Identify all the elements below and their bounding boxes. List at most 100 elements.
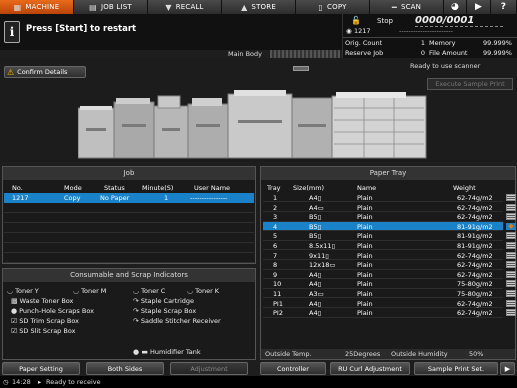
paper-setting-button[interactable]: Paper Setting (2, 362, 80, 375)
tray-size: A4▭ (309, 203, 324, 212)
trim-icon: ☑ (11, 317, 18, 325)
help-icon: ? (500, 2, 507, 12)
tray-row[interactable]: 2 A4▭ Plain 62-74g/m2 (263, 203, 516, 212)
tray-size: A3▭ (309, 290, 324, 298)
reserve-job-label: Reserve Job (345, 49, 384, 57)
tray-row[interactable]: 6 8.5x11▯ Plain 81-91g/m2 (263, 241, 516, 251)
job-empty-rows (4, 203, 254, 263)
adjustment-button[interactable]: Adjustment (170, 362, 248, 375)
machine-illustration[interactable] (78, 88, 428, 160)
tray-weight: 81-91g/m2 (457, 222, 493, 231)
job-row[interactable]: 1217 Copy No Paper 1 ---------------- (4, 193, 254, 203)
tray-row[interactable]: 7 9x11▯ Plain 62-74g/m2 (263, 251, 516, 260)
tray-id: 6 (273, 242, 278, 250)
execute-sample-print-button[interactable]: Execute Sample Print (427, 78, 513, 90)
tray-level-icon (506, 251, 516, 259)
toner-y-icon: ◡ (7, 287, 14, 295)
tray-col-size: Size(mm) (293, 184, 325, 192)
job-col-status: Status (104, 184, 125, 192)
staple-cartridge-indicator[interactable]: ↷ Staple Cartridge (133, 297, 194, 305)
tab-store[interactable]: ▲ STORE (222, 0, 296, 14)
mini-indicator (293, 66, 309, 71)
saddle-stitcher-indicator[interactable]: ↷ Saddle Stitcher Receiver (133, 317, 221, 325)
tray-warning-icon: ◆ (506, 222, 516, 230)
main-body-label: Main Body (228, 50, 262, 58)
consumables-title: Consumable and Scrap Indicators (3, 269, 255, 282)
tray-id: 9 (273, 270, 278, 279)
memory-label: Memory (429, 39, 456, 47)
sd-slit-indicator[interactable]: ☑ SD Slit Scrap Box (11, 327, 75, 335)
user-dashes: ----------------------- (399, 27, 453, 35)
tray-paper-name: Plain (357, 232, 373, 241)
humidifier-indicator[interactable]: ● ▬ Humidifier Tank (133, 348, 201, 356)
outside-humidity-label: Outside Humidity (391, 350, 448, 358)
tray-weight: 62-74g/m2 (457, 203, 493, 212)
job-counter: 0000/0001 (415, 15, 475, 26)
sd-trim-label: SD Trim Scrap Box (19, 317, 79, 325)
job-table-header: No. Mode Status Minute(S) User Name (4, 183, 254, 193)
confirm-details-label: Confirm Details (17, 68, 68, 76)
tray-level-icon (506, 213, 516, 221)
network-icon: ▸ (38, 378, 42, 386)
waste-toner-indicator[interactable]: ▩ Waste Toner Box (11, 297, 73, 305)
tray-id: 1 (273, 194, 278, 202)
tray-row[interactable]: 3 B5▯ Plain 62-74g/m2 (263, 212, 516, 222)
job-panel-title: Job (3, 167, 255, 180)
tray-size: 9x11▯ (309, 251, 329, 260)
environment-bar: Outside Temp. 25Degrees Outside Humidity… (261, 349, 515, 359)
sample-print-set-button[interactable]: Sample Print Set. (414, 362, 498, 375)
tab-recall[interactable]: ▼ RECALL (148, 0, 222, 14)
next-page-button[interactable]: ▶ (500, 362, 515, 375)
tray-row[interactable]: PI1 A4▯ Plain 62-74g/m2 (263, 299, 516, 308)
tray-row[interactable]: 11 A3▭ Plain 75-80g/m2 (263, 289, 516, 299)
ru-curl-adjustment-button[interactable]: RU Curl Adjustment (330, 362, 410, 375)
punch-hole-indicator[interactable]: ● Punch-Hole Scraps Box (11, 307, 94, 315)
toner-c-indicator[interactable]: ◡ Toner C (133, 287, 165, 295)
tray-paper-name: Plain (357, 280, 373, 289)
tray-paper-name: Plain (357, 270, 373, 279)
tray-weight: 75-80g/m2 (457, 280, 493, 289)
toner-k-indicator[interactable]: ◡ Toner K (187, 287, 219, 295)
tray-row[interactable]: 5 B5▯ Plain 81-91g/m2 (263, 231, 516, 241)
controller-button[interactable]: Controller (260, 362, 326, 375)
confirm-details-button[interactable]: ⚠ Confirm Details (4, 66, 86, 78)
staple-scrap-indicator[interactable]: ↷ Staple Scrap Box (133, 307, 196, 315)
tray-weight: 62-74g/m2 (457, 299, 493, 308)
tab-store-label: STORE (251, 3, 276, 11)
tab-copy[interactable]: ▯ COPY (296, 0, 370, 14)
tray-id: 7 (273, 251, 278, 260)
user-icon: ◉ (346, 27, 352, 35)
consumables-panel: Consumable and Scrap Indicators ◡ Toner … (2, 268, 256, 360)
tray-size: A4▯ (309, 194, 322, 202)
tray-size: B5▯ (309, 232, 322, 241)
toner-m-indicator[interactable]: ◡ Toner M (73, 287, 106, 295)
tray-row[interactable]: 9 A4▯ Plain 62-74g/m2 (263, 270, 516, 280)
toner-y-indicator[interactable]: ◡ Toner Y (7, 287, 39, 295)
slit-icon: ☑ (11, 327, 18, 335)
tab-job-list[interactable]: ▤ JOB LIST (74, 0, 148, 14)
tray-row[interactable]: 8 12x18▭ Plain 62-74g/m2 (263, 260, 516, 270)
tray-row[interactable]: 10 A4▯ Plain 75-80g/m2 (263, 279, 516, 289)
unlock-icon: 🔓 (351, 16, 361, 25)
tab-machine[interactable]: ▦ MACHINE (0, 0, 74, 14)
tray-size: B5▯ (309, 222, 322, 231)
tab-scan-label: SCAN (400, 3, 422, 11)
volume-button[interactable]: ▶ (467, 0, 491, 14)
help-button[interactable]: ? (491, 0, 517, 14)
tray-weight: 62-74g/m2 (457, 270, 493, 279)
punch-hole-label: Punch-Hole Scraps Box (19, 307, 94, 315)
tray-level-icon (506, 194, 516, 201)
tray-table-header: Tray Size(mm) Name Weight (263, 183, 503, 192)
tray-weight: 81-91g/m2 (457, 232, 493, 241)
tray-row[interactable]: 4 B5▯ Plain 81-91g/m2 ◆ (263, 221, 516, 232)
tray-row[interactable]: 1 A4▯ Plain 62-74g/m2 (263, 193, 516, 203)
tab-scan[interactable]: ━ SCAN (370, 0, 444, 14)
job-col-user: User Name (194, 184, 231, 192)
top-navigation: ▦ MACHINE ▤ JOB LIST ▼ RECALL ▲ STORE ▯ … (0, 0, 517, 14)
sd-trim-indicator[interactable]: ☑ SD Trim Scrap Box (11, 317, 79, 325)
tray-row[interactable]: PI2 A4▯ Plain 62-74g/m2 (263, 308, 516, 318)
both-sides-button[interactable]: Both Sides (86, 362, 164, 375)
machine-state: Stop (377, 17, 393, 25)
tray-paper-name: Plain (357, 213, 373, 222)
globe-button[interactable]: ◕ (444, 0, 467, 14)
